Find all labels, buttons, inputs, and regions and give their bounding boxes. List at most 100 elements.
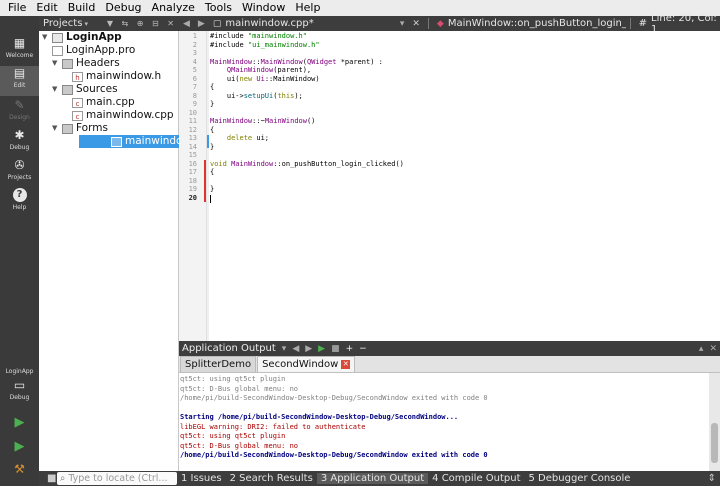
close-icon[interactable]: ✕ bbox=[408, 19, 424, 29]
mode-edit[interactable]: ▤ Edit bbox=[0, 66, 39, 96]
search-icon: ⌕ bbox=[60, 473, 66, 484]
pane-issues[interactable]: 1 Issues bbox=[177, 473, 226, 484]
tab-label: SecondWindow bbox=[262, 359, 339, 370]
tab-secondwindow[interactable]: SecondWindow ✕ bbox=[257, 356, 356, 372]
tab-label: SplitterDemo bbox=[185, 359, 252, 370]
tree-label: Forms bbox=[76, 122, 108, 134]
tree-item-pro-file[interactable]: LoginApp.pro bbox=[52, 44, 135, 57]
output-pane-title[interactable]: Application Output bbox=[179, 343, 279, 354]
add-icon[interactable]: + bbox=[343, 344, 357, 354]
line-number: 3 bbox=[192, 49, 197, 57]
mode-help[interactable]: ? Help bbox=[0, 188, 39, 218]
filter-icon[interactable]: ▼ ⇆ ⊕ ⊟ ✕ bbox=[107, 19, 179, 28]
tree-label: mainwindow.h bbox=[86, 70, 162, 82]
code-line: MainWindow::MainWindow(QWidget *parent) … bbox=[210, 57, 383, 66]
symbol-selector[interactable]: MainWindow::on_pushButton_login_clicked(… bbox=[448, 18, 626, 29]
menu-help[interactable]: Help bbox=[290, 0, 325, 16]
locator-input[interactable]: ⌕ Type to locate (Ctrl... bbox=[57, 472, 177, 485]
status-bar: ■ ⌕ Type to locate (Ctrl... 1 Issues 2 S… bbox=[39, 471, 720, 486]
output-scrollbar[interactable] bbox=[709, 373, 720, 471]
back-arrow-icon[interactable]: ◀ bbox=[179, 19, 194, 29]
line-number: 19 bbox=[188, 185, 197, 193]
change-marker bbox=[204, 176, 206, 185]
pane-application-output[interactable]: 3 Application Output bbox=[316, 473, 429, 484]
menu-build[interactable]: Build bbox=[63, 0, 101, 16]
document-tab[interactable]: mainwindow.cpp* bbox=[225, 18, 396, 29]
text-cursor bbox=[210, 195, 211, 203]
mode-label: Edit bbox=[13, 82, 26, 89]
tree-item-mainwindow-cpp[interactable]: c mainwindow.cpp bbox=[72, 109, 174, 122]
code-line: #include "ui_mainwindow.h" bbox=[210, 40, 320, 49]
tree-item-main-cpp[interactable]: c main.cpp bbox=[72, 96, 135, 109]
hash-button[interactable]: # bbox=[635, 18, 651, 29]
code-line: } bbox=[210, 185, 215, 193]
projects-title: Projects bbox=[43, 18, 83, 29]
line-number: 6 bbox=[192, 74, 197, 83]
mode-design[interactable]: ✎ Design bbox=[0, 98, 39, 128]
pane-search-results[interactable]: 2 Search Results bbox=[226, 473, 317, 484]
expand-arrow-icon[interactable]: ▼ bbox=[52, 83, 62, 96]
minus-icon[interactable]: − bbox=[356, 344, 370, 354]
chevron-down-icon[interactable]: ▾ bbox=[279, 344, 290, 354]
close-icon[interactable]: ✕ bbox=[706, 344, 720, 354]
more-arrows-icon[interactable]: ⇕ bbox=[704, 473, 720, 484]
tab-splitterdemo[interactable]: SplitterDemo bbox=[180, 356, 257, 372]
menu-bar: File Edit Build Debug Analyze Tools Wind… bbox=[0, 0, 720, 16]
run-button[interactable]: ▶ bbox=[0, 416, 39, 436]
expand-arrow-icon[interactable]: ▼ bbox=[52, 57, 62, 70]
mode-debug[interactable]: ✱ Debug bbox=[0, 128, 39, 158]
line-number: 2 bbox=[192, 40, 197, 49]
application-output-text[interactable]: qt5ct: using qt5ct plugin qt5ct: D-Bus gl… bbox=[179, 373, 709, 471]
change-marker bbox=[204, 185, 206, 194]
maximize-icon[interactable]: ▴ bbox=[696, 344, 707, 354]
line-number: 14 bbox=[188, 142, 197, 151]
close-icon[interactable]: ✕ bbox=[341, 360, 351, 369]
tree-label: Headers bbox=[76, 57, 120, 69]
debug-run-button[interactable]: ▶ bbox=[0, 440, 39, 460]
stop-icon[interactable]: ■ bbox=[328, 344, 343, 354]
tree-item-mainwindow-h[interactable]: h mainwindow.h bbox=[72, 70, 161, 83]
play-icon[interactable]: ▶ bbox=[315, 344, 328, 354]
kit-selector[interactable]: LoginApp ▭ Debug bbox=[0, 366, 39, 406]
build-button[interactable]: ⚒ bbox=[0, 462, 39, 482]
code-line: { bbox=[210, 168, 215, 176]
menu-tools[interactable]: Tools bbox=[200, 0, 237, 16]
locator-placeholder: Type to locate (Ctrl... bbox=[68, 473, 168, 484]
tree-item-sources[interactable]: ▼ Sources bbox=[52, 83, 118, 96]
scrollbar-thumb[interactable] bbox=[711, 423, 718, 463]
mode-projects[interactable]: ✇ Projects bbox=[0, 158, 39, 188]
output-line: Starting /home/pi/build-SecondWindow-Des… bbox=[180, 413, 459, 421]
line-number: 20 bbox=[188, 193, 197, 202]
output-line: /home/pi/build-SecondWindow-Desktop-Debu… bbox=[180, 451, 488, 459]
code-line: MainWindow::~MainWindow() bbox=[210, 117, 316, 125]
code-line: ui(new Ui::MainWindow) bbox=[210, 74, 320, 83]
expand-arrow-icon[interactable]: ▼ bbox=[42, 31, 52, 44]
pane-debugger-console[interactable]: 5 Debugger Console bbox=[525, 473, 635, 484]
forward-arrow-icon[interactable]: ▶ bbox=[194, 19, 209, 29]
hammer-icon: ⚒ bbox=[14, 462, 25, 476]
code-line: { bbox=[210, 83, 215, 91]
menu-file[interactable]: File bbox=[3, 0, 31, 16]
symbol-icon: ◆ bbox=[436, 18, 444, 29]
code-editor[interactable]: #include "mainwindow.h" #include "ui_main… bbox=[209, 31, 720, 341]
tree-item-forms[interactable]: ▼ Forms bbox=[52, 122, 108, 135]
prev-arrow-icon[interactable]: ◀ bbox=[289, 344, 302, 354]
mode-welcome[interactable]: ▦ Welcome bbox=[0, 36, 39, 66]
expand-arrow-icon[interactable]: ▼ bbox=[52, 122, 62, 135]
pane-compile-output[interactable]: 4 Compile Output bbox=[428, 473, 524, 484]
help-icon: ? bbox=[12, 188, 27, 202]
tree-item-headers[interactable]: ▼ Headers bbox=[52, 57, 120, 70]
menu-debug[interactable]: Debug bbox=[100, 0, 146, 16]
menu-analyze[interactable]: Analyze bbox=[147, 0, 200, 16]
menu-edit[interactable]: Edit bbox=[31, 0, 62, 16]
tree-item-project[interactable]: ▼ LoginApp bbox=[42, 31, 122, 44]
next-arrow-icon[interactable]: ▶ bbox=[302, 344, 315, 354]
toggle-sidebar-icon[interactable]: ■ bbox=[43, 473, 60, 484]
menu-window[interactable]: Window bbox=[237, 0, 290, 16]
mode-label: Projects bbox=[7, 174, 32, 181]
chevron-down-icon[interactable]: ▾ bbox=[396, 19, 409, 29]
code-line: { bbox=[210, 125, 215, 134]
tree-label: LoginApp.pro bbox=[66, 44, 136, 56]
line-number: 9 bbox=[192, 100, 197, 108]
chevron-down-icon[interactable]: ▾ bbox=[84, 20, 88, 28]
